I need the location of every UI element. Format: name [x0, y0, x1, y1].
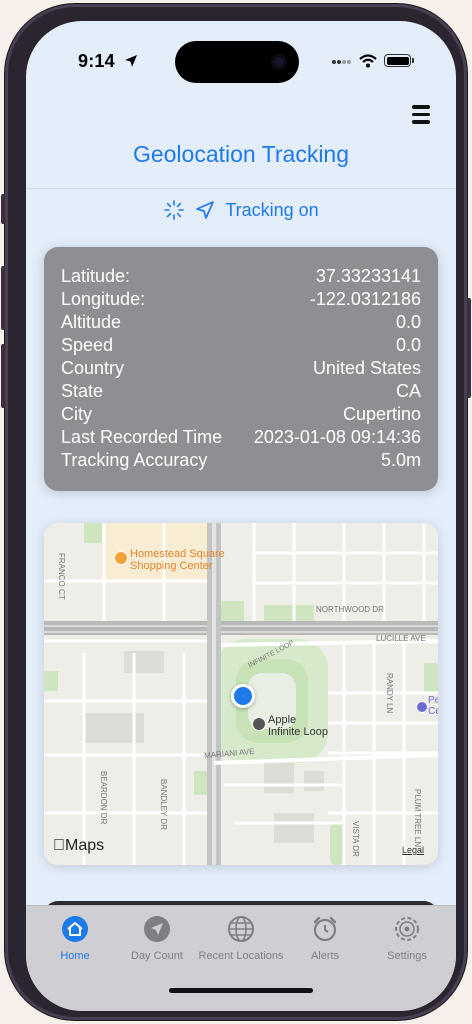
- street-plum: PLUM TREE LN: [413, 789, 422, 848]
- poi-label-line: Pe: [428, 695, 438, 706]
- current-location-dot[interactable]: [231, 684, 255, 708]
- row-value: 2023-01-08 09:14:36: [253, 427, 421, 447]
- city-row: City Cupertino: [61, 404, 421, 425]
- poi-right-icon: [416, 701, 428, 713]
- row-value: CA: [395, 381, 421, 401]
- poi-homestead-label[interactable]: Homestead Square Shopping Center: [130, 548, 225, 572]
- street-northwood: NORTHWOOD DR: [316, 605, 384, 614]
- street-bandley: BANDLEY DR: [159, 779, 168, 830]
- location-info-card: Latitude: 37.33233141 Longitude: -122.0312…: [44, 247, 438, 491]
- poi-label-line: Shopping Center: [130, 560, 213, 572]
- row-value: 0.0: [395, 312, 421, 332]
- navigation-icon: [144, 916, 170, 942]
- row-label: City: [61, 404, 92, 424]
- dynamic-island: [175, 41, 299, 83]
- row-label: State: [61, 381, 104, 401]
- alarm-icon: [313, 916, 337, 942]
- activity-spinner-icon: [164, 200, 185, 220]
- location-arrow-outline-icon: [196, 201, 215, 219]
- row-value: 5.0m: [380, 450, 421, 470]
- row-value: -122.0312186: [309, 289, 421, 309]
- gear-icon: [395, 917, 419, 941]
- street-lucille: LUCILLE AVE: [376, 634, 426, 643]
- phone-frame: 9:14 Geolocation Tracking Tracking on La…: [1, 4, 471, 1020]
- tab-day-count[interactable]: Day Count: [114, 914, 200, 962]
- tracking-label: Tracking on: [225, 199, 319, 220]
- tracking-status: Tracking on: [26, 199, 456, 221]
- menu-button[interactable]: [412, 105, 430, 125]
- volume-down-button: [1, 344, 5, 408]
- apple-logo-icon: : [53, 837, 65, 854]
- street-beardon: BEARDON DR: [99, 771, 108, 825]
- row-label: Latitude:: [61, 266, 131, 286]
- longitude-row: Longitude: -122.0312186: [61, 289, 421, 310]
- state-row: State CA: [61, 381, 421, 402]
- row-value: 0.0: [395, 335, 421, 355]
- row-value: United States: [312, 358, 421, 378]
- poi-right-label[interactable]: Pe Ce: [428, 695, 438, 717]
- location-arrow-icon: [125, 55, 137, 67]
- row-label: Country: [61, 358, 125, 378]
- poi-label-line: Ce: [428, 706, 438, 717]
- tab-alerts[interactable]: Alerts: [282, 914, 368, 962]
- signal-icon: [332, 60, 351, 64]
- latitude-row: Latitude: 37.33233141: [61, 266, 421, 287]
- poi-homestead-icon: [114, 551, 128, 565]
- tab-recent-locations[interactable]: Recent Locations: [198, 914, 284, 962]
- row-label: Altitude: [61, 312, 122, 332]
- last-recorded-time-row: Last Recorded Time 2023-01-08 09:14:36: [61, 427, 421, 448]
- wifi-icon: [359, 54, 377, 68]
- row-value: 37.33233141: [315, 266, 421, 286]
- poi-label-line: Homestead Square: [130, 548, 225, 560]
- street-franco: FRANCO CT: [57, 553, 66, 600]
- maps-brand: Maps: [53, 837, 104, 855]
- legal-link[interactable]: Legal: [402, 845, 424, 855]
- tracking-accuracy-row: Tracking Accuracy 5.0m: [61, 450, 421, 471]
- poi-label-line: Infinite Loop: [268, 726, 328, 738]
- power-button: [467, 298, 471, 398]
- tab-label: Recent Locations: [198, 950, 284, 962]
- map-view[interactable]: Homestead Square Shopping Center FRANCO …: [44, 523, 438, 865]
- row-label: Last Recorded Time: [61, 427, 223, 447]
- row-value: Cupertino: [342, 404, 421, 424]
- altitude-row: Altitude 0.0: [61, 312, 421, 333]
- home-indicator[interactable]: [169, 988, 313, 993]
- battery-icon: [384, 54, 414, 67]
- status-time: 9:14: [78, 51, 115, 71]
- globe-icon: [228, 916, 254, 942]
- country-row: Country United States: [61, 358, 421, 379]
- volume-up-button: [1, 266, 5, 330]
- tab-label: Day Count: [131, 950, 183, 962]
- mute-switch: [1, 194, 5, 224]
- tab-home[interactable]: Home: [32, 914, 118, 962]
- row-label: Speed: [61, 335, 114, 355]
- row-label: Tracking Accuracy: [61, 450, 208, 470]
- speed-row: Speed 0.0: [61, 335, 421, 356]
- street-vista: VISTA DR: [351, 821, 360, 857]
- maps-brand-text: Maps: [53, 837, 104, 854]
- home-icon: [62, 916, 88, 942]
- apple-poi-icon: [252, 717, 266, 731]
- apple-poi-label[interactable]: Apple Infinite Loop: [268, 714, 328, 738]
- tab-label: Alerts: [310, 950, 340, 962]
- tab-settings[interactable]: Settings: [364, 914, 450, 962]
- header-divider: [26, 188, 456, 189]
- poi-label-line: Apple: [268, 714, 297, 726]
- row-label: Longitude:: [61, 289, 146, 309]
- screen: 9:14 Geolocation Tracking Tracking on La…: [26, 21, 456, 1011]
- tab-label: Home: [60, 950, 90, 962]
- tab-label: Settings: [387, 950, 427, 962]
- page-title: Geolocation Tracking: [132, 141, 350, 167]
- street-randy: RANDY LN: [385, 673, 394, 714]
- tab-bar: Home Day Count Recent Locations Alerts S…: [26, 905, 456, 1011]
